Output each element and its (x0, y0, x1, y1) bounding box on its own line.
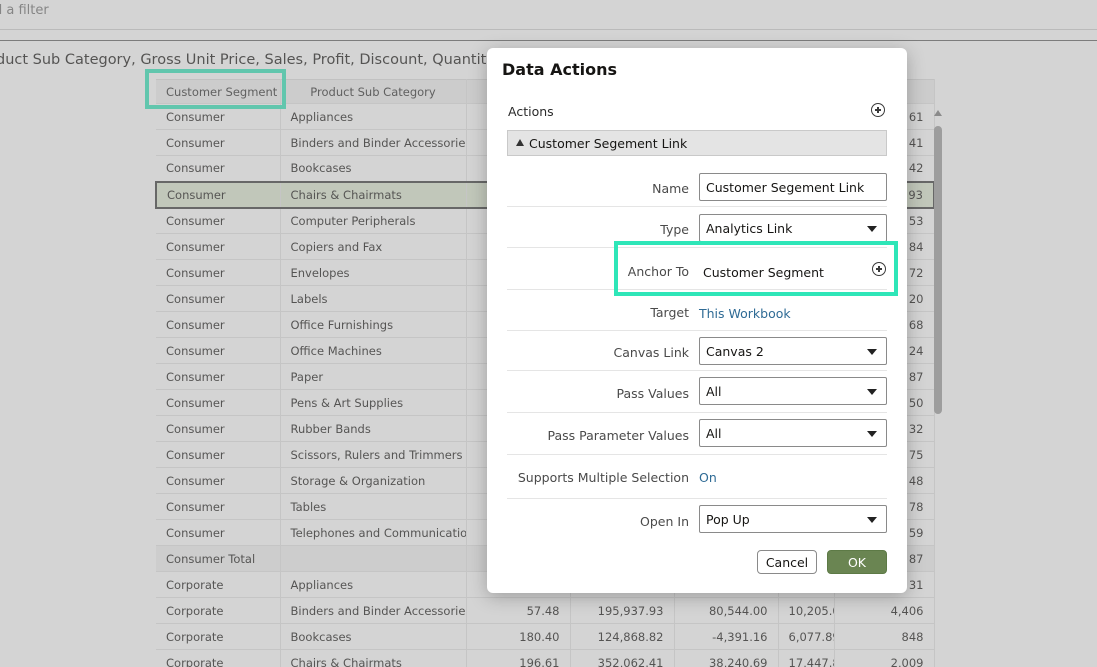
row-divider (507, 412, 887, 413)
type-select-value: Analytics Link (706, 221, 793, 236)
pass-parameter-values-label: Pass Parameter Values (547, 428, 689, 443)
target-label: Target (650, 305, 689, 320)
chevron-down-icon (867, 517, 877, 523)
row-divider (507, 330, 887, 331)
name-label: Name (652, 181, 689, 196)
multiple-selection-toggle[interactable]: On (699, 470, 717, 485)
ok-button[interactable]: OK (827, 550, 887, 574)
name-input[interactable]: Customer Segement Link (699, 173, 887, 201)
collapse-icon[interactable] (516, 139, 524, 146)
type-label: Type (660, 222, 689, 237)
multiple-selection-label: Supports Multiple Selection (517, 470, 689, 485)
row-divider (507, 206, 887, 207)
open-in-select[interactable]: Pop Up (699, 505, 887, 533)
add-action-icon[interactable] (871, 103, 885, 117)
chevron-down-icon (867, 349, 877, 355)
pass-values-select[interactable]: All (699, 377, 887, 405)
canvas-link-select[interactable]: Canvas 2 (699, 337, 887, 365)
canvas-link-value: Canvas 2 (706, 344, 764, 359)
canvas-link-label: Canvas Link (613, 345, 689, 360)
chevron-down-icon (867, 431, 877, 437)
type-select[interactable]: Analytics Link (699, 214, 887, 242)
row-divider (507, 498, 887, 499)
open-in-value: Pop Up (706, 512, 750, 527)
chevron-down-icon (867, 226, 877, 232)
dialog-title: Data Actions (502, 60, 617, 79)
row-divider (507, 370, 887, 371)
row-divider (507, 454, 887, 455)
chevron-down-icon (867, 389, 877, 395)
anchor-highlight-annotation (614, 241, 898, 296)
action-section-label: Customer Segement Link (529, 136, 688, 151)
data-actions-dialog: Data Actions Actions Customer Segement L… (487, 48, 907, 593)
actions-label: Actions (508, 104, 554, 119)
pass-values-value: All (706, 384, 722, 399)
cancel-button[interactable]: Cancel (757, 550, 817, 574)
pass-values-label: Pass Values (616, 386, 689, 401)
target-link[interactable]: This Workbook (699, 306, 791, 321)
pass-parameter-values-value: All (706, 426, 722, 441)
action-section-header[interactable]: Customer Segement Link (507, 130, 887, 156)
open-in-label: Open In (640, 514, 689, 529)
pass-parameter-values-select[interactable]: All (699, 419, 887, 447)
